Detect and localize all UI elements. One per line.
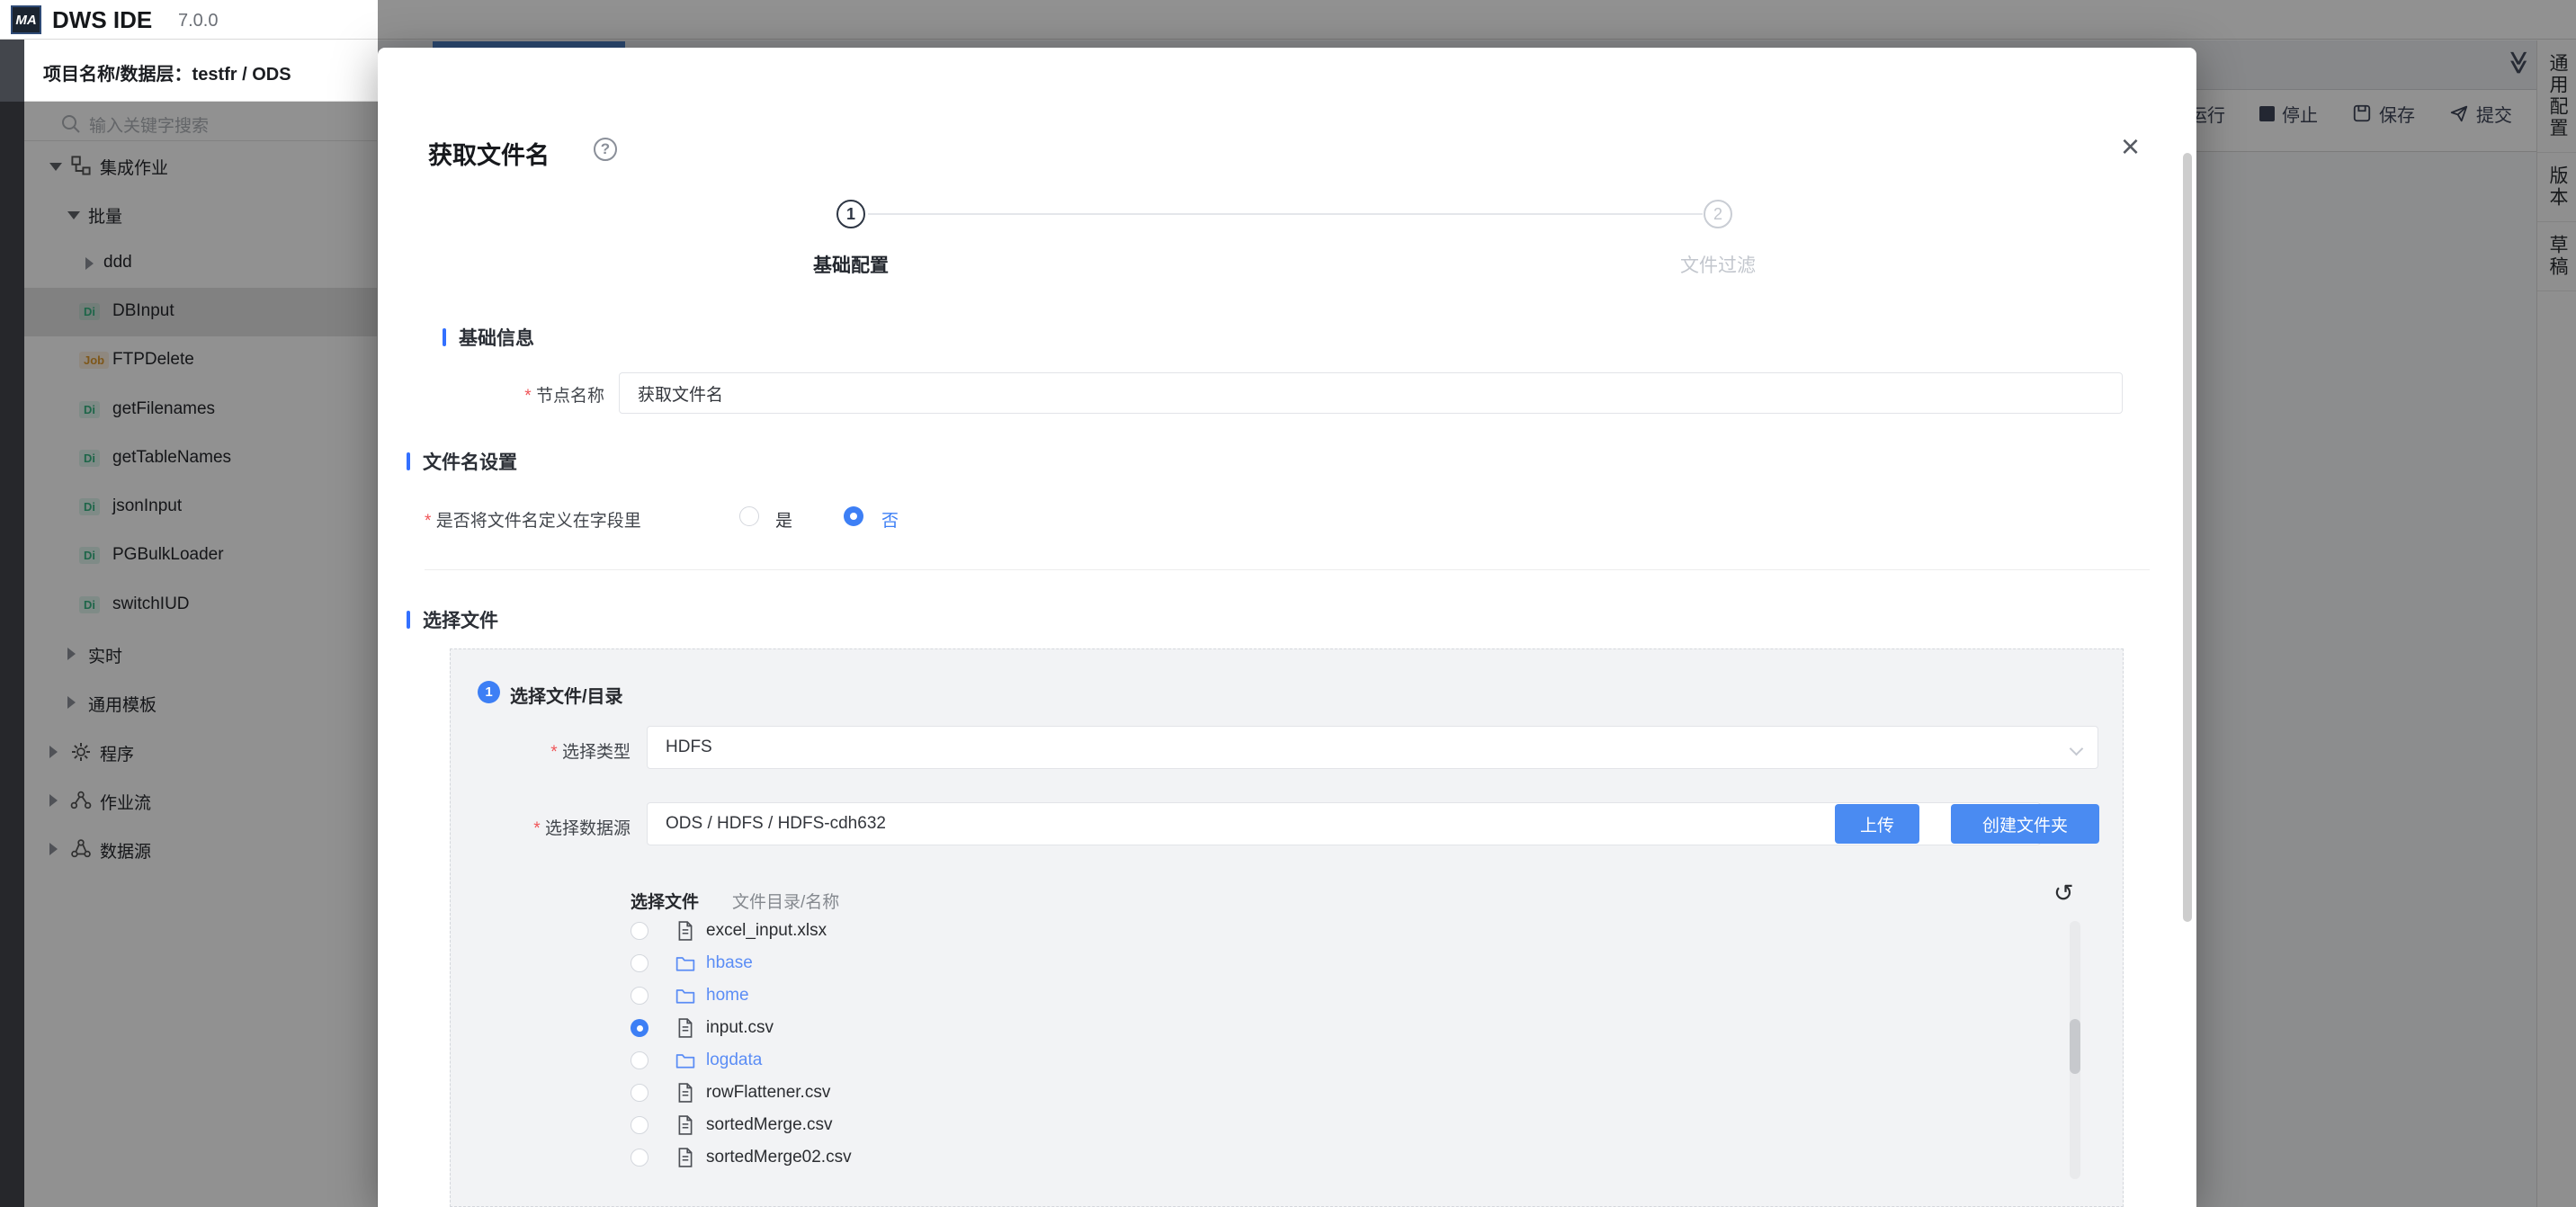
step-connector	[868, 213, 1703, 215]
modal-title: 获取文件名	[428, 136, 550, 171]
folder-icon	[675, 1051, 695, 1070]
section-basic-title: 基础信息	[459, 324, 534, 351]
section-select-file: 选择文件	[407, 609, 498, 630]
file-name[interactable]: home	[706, 986, 749, 1006]
file-row-sortedMerge.csv[interactable]: sortedMerge.csv	[451, 1109, 1980, 1141]
radio-unselected[interactable]	[631, 987, 648, 1005]
app-logo: MA	[11, 5, 41, 34]
file-name: excel_input.xlsx	[706, 921, 827, 941]
panel-step-badge: 1	[478, 681, 500, 703]
file-name: rowFlattener.csv	[706, 1083, 830, 1103]
radio-unselected[interactable]	[631, 954, 648, 972]
file-name: input.csv	[706, 1018, 774, 1038]
radio-no-label[interactable]: 否	[881, 507, 899, 532]
file-row-home[interactable]: home	[451, 979, 1980, 1012]
file-icon	[675, 1115, 695, 1135]
type-select-value: HDFS	[666, 738, 712, 757]
radio-unselected[interactable]	[631, 1116, 648, 1134]
panel-title: 选择文件/目录	[510, 682, 623, 708]
section-filename: 文件名设置	[407, 451, 517, 472]
section-accent-bar	[407, 611, 410, 629]
radio-unselected[interactable]	[631, 922, 648, 940]
type-select[interactable]: HDFS	[647, 726, 2098, 769]
datasource-label: 选择数据源	[487, 815, 631, 839]
file-name: sortedMerge.csv	[706, 1115, 832, 1135]
step-1-circle[interactable]: 1	[836, 200, 865, 228]
folder-icon	[675, 953, 695, 973]
chevron-down-icon	[2070, 742, 2084, 756]
file-name: sortedMerge02.csv	[706, 1148, 852, 1167]
radio-unselected[interactable]	[631, 1084, 648, 1102]
file-dir-header: 文件目录/名称	[732, 889, 839, 913]
file-icon	[675, 1018, 695, 1038]
section-accent-bar	[407, 452, 410, 470]
file-icon	[675, 921, 695, 941]
node-name-input[interactable]: 获取文件名	[619, 372, 2123, 414]
undo-icon[interactable]: ↺	[2053, 880, 2074, 907]
modal-scrollbar-thumb[interactable]	[2183, 153, 2192, 922]
radio-no[interactable]	[844, 506, 863, 526]
section-select-file-title: 选择文件	[423, 606, 498, 633]
datasource-select[interactable]: ODS / HDFS / HDFS-cdh632	[647, 802, 2041, 845]
type-label: 选择类型	[505, 738, 631, 763]
section-filename-title: 文件名设置	[423, 448, 517, 475]
file-icon	[675, 1148, 695, 1167]
step-2-circle[interactable]: 2	[1704, 200, 1732, 228]
bright-top-left: MA DWS IDE 7.0.0 项目名称/数据层：testfr / ODS	[0, 0, 378, 102]
radio-unselected[interactable]	[631, 1051, 648, 1069]
section-accent-bar	[443, 328, 446, 346]
radio-unselected[interactable]	[631, 1149, 648, 1167]
get-filename-modal: 获取文件名 ? × 1 2 基础配置 文件过滤 基础信息 节点名称 获取文件名 …	[378, 48, 2196, 1207]
file-icon	[675, 1083, 695, 1103]
file-row-sortedMerge02.csv[interactable]: sortedMerge02.csv	[451, 1141, 1980, 1174]
node-name-value: 获取文件名	[638, 381, 723, 406]
filename-question-label: 是否将文件名定义在字段里	[425, 507, 641, 532]
app-title: DWS IDE	[52, 6, 152, 34]
file-select-header: 选择文件	[631, 889, 699, 913]
radio-yes-label[interactable]: 是	[775, 507, 792, 532]
left-strip-top	[0, 40, 24, 102]
radio-yes[interactable]	[739, 506, 759, 526]
section-divider	[425, 569, 2150, 570]
file-name[interactable]: logdata	[706, 1051, 762, 1070]
radio-selected[interactable]	[631, 1019, 648, 1037]
top-bar-left: MA DWS IDE 7.0.0	[0, 0, 378, 40]
file-row-hbase[interactable]: hbase	[451, 947, 1980, 979]
file-row-excel_input.xlsx[interactable]: excel_input.xlsx	[451, 915, 1980, 947]
node-name-label: 节点名称	[432, 382, 604, 407]
file-row-logdata[interactable]: logdata	[451, 1044, 1980, 1077]
upload-button[interactable]: 上传	[1835, 804, 1919, 844]
close-icon[interactable]: ×	[2121, 130, 2140, 163]
file-row-rowFlattener.csv[interactable]: rowFlattener.csv	[451, 1077, 1980, 1109]
app-version: 7.0.0	[178, 11, 218, 31]
file-name[interactable]: hbase	[706, 953, 753, 973]
file-directory-panel: 1 选择文件/目录 选择类型 HDFS 选择数据源 ODS / HDFS / H…	[450, 648, 2124, 1207]
folder-icon	[675, 986, 695, 1006]
section-basic-info: 基础信息	[443, 326, 534, 348]
file-row-input.csv[interactable]: input.csv	[451, 1012, 1980, 1044]
step-1-label: 基础配置	[761, 251, 941, 278]
step-1-number: 1	[846, 205, 855, 224]
project-datalayer-title: 项目名称/数据层：testfr / ODS	[43, 59, 291, 85]
step-2-label: 文件过滤	[1628, 251, 1808, 278]
file-list-scrollbar-thumb[interactable]	[2070, 1019, 2080, 1074]
create-folder-button[interactable]: 创建文件夹	[1951, 804, 2099, 844]
help-icon[interactable]: ?	[594, 138, 617, 161]
step-2-number: 2	[1713, 205, 1722, 224]
datasource-select-value: ODS / HDFS / HDFS-cdh632	[666, 814, 886, 834]
